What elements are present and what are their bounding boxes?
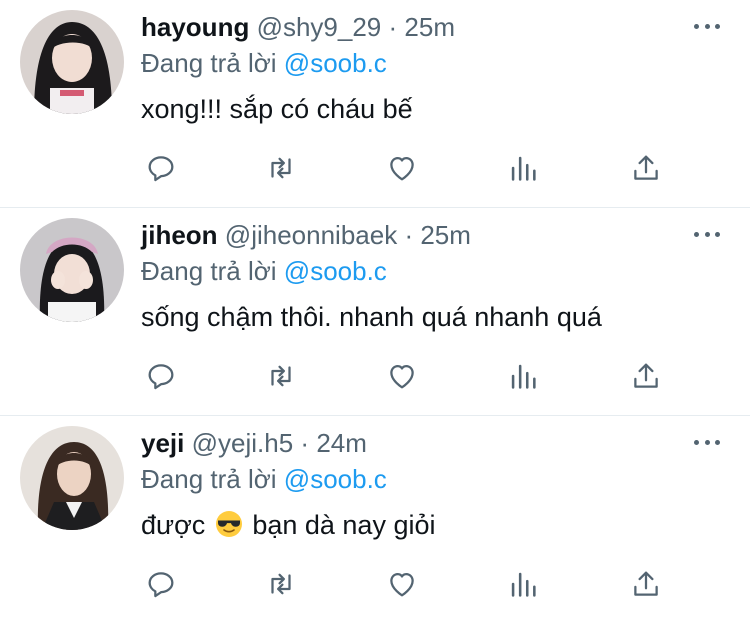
user-handle[interactable]: @jiheonnibaek <box>225 220 397 250</box>
tweet-text: xong!!! sắp có cháu bế <box>141 94 413 124</box>
more-icon[interactable] <box>694 224 720 244</box>
reply-mention-link[interactable]: @soob.c <box>284 48 387 78</box>
heart-icon <box>390 364 414 389</box>
avatar-image <box>20 10 124 114</box>
user-handle[interactable]: @yeji.h5 <box>192 428 294 458</box>
reply-context: Đang trả lời @soob.c <box>141 464 387 494</box>
analytics-button[interactable] <box>503 564 543 604</box>
reply-prefix: Đang trả lời <box>141 256 277 286</box>
action-bar <box>141 148 721 188</box>
share-button[interactable] <box>626 564 666 604</box>
reply-button[interactable] <box>141 564 181 604</box>
like-button[interactable] <box>382 148 422 188</box>
sunglasses-emoji-icon <box>215 511 242 537</box>
display-name[interactable]: jiheon <box>141 220 218 250</box>
reply-prefix: Đang trả lời <box>141 464 277 494</box>
reply-prefix: Đang trả lời <box>141 48 277 78</box>
timestamp[interactable]: 25m <box>420 220 471 250</box>
separator: · <box>388 12 398 42</box>
tweet-header: hayoung @shy9_29 · 25m <box>141 12 455 42</box>
analytics-button[interactable] <box>503 356 543 396</box>
separator: · <box>300 428 310 458</box>
avatar-image <box>20 218 124 322</box>
tweet-text: sống chậm thôi. nhanh quá nhanh quá <box>141 302 602 332</box>
heart-icon <box>390 572 414 597</box>
analytics-icon <box>511 156 536 181</box>
reply-icon <box>148 156 174 182</box>
action-bar <box>141 356 721 396</box>
reply-context: Đang trả lời @soob.c <box>141 48 387 78</box>
analytics-button[interactable] <box>503 148 543 188</box>
retweet-icon <box>271 365 291 387</box>
like-button[interactable] <box>382 356 422 396</box>
reply-button[interactable] <box>141 356 181 396</box>
more-icon[interactable] <box>694 16 720 36</box>
retweet-icon <box>271 573 291 595</box>
analytics-icon <box>511 572 536 597</box>
analytics-icon <box>511 364 536 389</box>
retweet-button[interactable] <box>261 564 301 604</box>
separator: · <box>404 220 414 250</box>
avatar[interactable] <box>20 426 124 530</box>
reply-context: Đang trả lời @soob.c <box>141 256 387 286</box>
timestamp[interactable]: 25m <box>404 12 455 42</box>
tweet-text-before-emoji: được <box>141 510 206 540</box>
like-button[interactable] <box>382 564 422 604</box>
reply-mention-link[interactable]: @soob.c <box>284 464 387 494</box>
reply-button[interactable] <box>141 148 181 188</box>
share-button[interactable] <box>626 356 666 396</box>
heart-icon <box>390 156 414 181</box>
action-bar <box>141 564 721 604</box>
share-icon <box>634 571 658 596</box>
tweet-header: yeji @yeji.h5 · 24m <box>141 428 367 458</box>
avatar[interactable] <box>20 218 124 322</box>
retweet-button[interactable] <box>261 356 301 396</box>
tweet-text-after-emoji: bạn dà nay giỏi <box>252 510 436 540</box>
display-name[interactable]: hayoung <box>141 12 249 42</box>
retweet-icon <box>271 157 291 179</box>
user-handle[interactable]: @shy9_29 <box>257 12 382 42</box>
share-icon <box>634 155 658 180</box>
reply-mention-link[interactable]: @soob.c <box>284 256 387 286</box>
tweet-text: được bạn dà nay giỏi <box>141 509 435 541</box>
reply-icon <box>148 572 174 598</box>
tweet-card[interactable]: yeji @yeji.h5 · 24m Đang trả lời @soob.c… <box>0 416 750 624</box>
reply-icon <box>148 364 174 390</box>
retweet-button[interactable] <box>261 148 301 188</box>
tweet-card[interactable]: jiheon @jiheonnibaek · 25m Đang trả lời … <box>0 208 750 416</box>
timestamp[interactable]: 24m <box>316 428 367 458</box>
avatar[interactable] <box>20 10 124 114</box>
share-button[interactable] <box>626 148 666 188</box>
tweet-header: jiheon @jiheonnibaek · 25m <box>141 220 471 250</box>
share-icon <box>634 363 658 388</box>
more-icon[interactable] <box>694 432 720 452</box>
tweet-card[interactable]: hayoung @shy9_29 · 25m Đang trả lời @soo… <box>0 0 750 208</box>
display-name[interactable]: yeji <box>141 428 184 458</box>
avatar-image <box>20 426 124 530</box>
